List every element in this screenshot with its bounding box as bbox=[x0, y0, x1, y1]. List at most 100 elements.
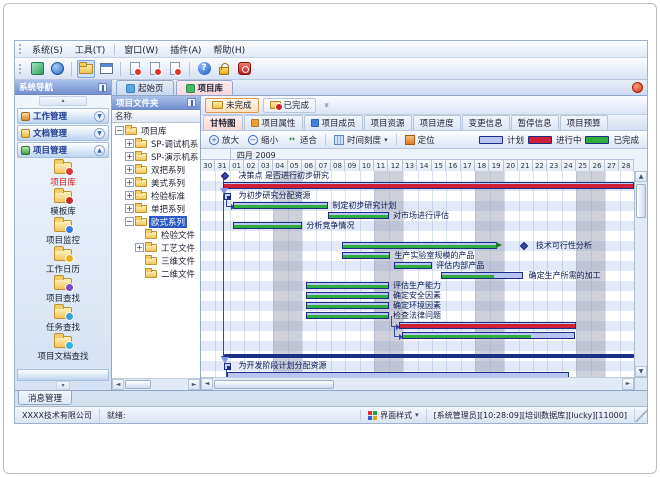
sidebar-scroll-down[interactable]: ▾ bbox=[56, 381, 70, 390]
sidebar-item-项目监控[interactable]: 项目监控 bbox=[15, 220, 111, 249]
tree-item-项目库[interactable]: −项目库 bbox=[112, 124, 200, 137]
sidebar-item-工作日历[interactable]: 工作日历 bbox=[15, 249, 111, 278]
scroll-left-icon[interactable]: ◄ bbox=[112, 379, 124, 390]
task-bar[interactable] bbox=[399, 322, 577, 329]
pin-icon[interactable] bbox=[187, 98, 196, 107]
help-icon[interactable]: ? bbox=[195, 60, 213, 78]
gantt-tab-项目资源[interactable]: 项目资源 bbox=[364, 115, 412, 130]
exit-icon[interactable] bbox=[235, 60, 253, 78]
gantt-tab-项目预算[interactable]: 项目预算 bbox=[560, 115, 608, 130]
scroll-thumb[interactable] bbox=[214, 380, 334, 389]
tab-message-management[interactable]: 消息管理 bbox=[18, 391, 72, 405]
filter-未完成[interactable]: 未完成 bbox=[205, 98, 259, 113]
scroll-left-icon[interactable]: ◄ bbox=[201, 378, 213, 390]
task-bar[interactable] bbox=[223, 182, 634, 189]
ui-style-selector[interactable]: 界面样式 ▾ bbox=[361, 409, 427, 422]
tree-item-SP-演示机系[interactable]: +SP-演示机系 bbox=[112, 150, 200, 163]
collapse-icon[interactable]: − bbox=[115, 126, 124, 135]
report-3-icon[interactable] bbox=[166, 60, 184, 78]
chevron-down-icon[interactable]: ▼ bbox=[94, 128, 105, 139]
report-1-icon[interactable] bbox=[126, 60, 144, 78]
sidebar-item-任务查找[interactable]: 任务查找 bbox=[15, 307, 111, 336]
tree-item-二维文件[interactable]: 二维文件 bbox=[112, 267, 200, 280]
sidebar-group-partial[interactable] bbox=[17, 369, 109, 381]
expand-icon[interactable]: + bbox=[125, 165, 134, 174]
sidebar-item-模板库[interactable]: 模板库 bbox=[15, 191, 111, 220]
scroll-up-icon[interactable]: ▲ bbox=[635, 171, 647, 182]
folders-icon[interactable] bbox=[77, 60, 95, 78]
sidebar-group-工作管理[interactable]: 工作管理▼ bbox=[17, 108, 109, 124]
task-bar[interactable] bbox=[342, 252, 390, 259]
collapse-icon[interactable]: − bbox=[125, 217, 134, 226]
task-bar[interactable] bbox=[306, 292, 388, 299]
gantt-tab-项目进度[interactable]: 项目进度 bbox=[413, 115, 461, 130]
locate-button[interactable]: 定位 bbox=[401, 133, 439, 147]
filter-已完成[interactable]: 已完成 bbox=[263, 98, 317, 113]
milestone-diamond[interactable] bbox=[221, 172, 229, 180]
globe-icon[interactable] bbox=[48, 60, 66, 78]
menu-item-系统[interactable]: 系统(S) bbox=[26, 42, 69, 57]
task-bar[interactable] bbox=[227, 372, 569, 377]
gantt-tab-甘特图[interactable]: 甘特图 bbox=[203, 115, 243, 130]
chevron-more-icon[interactable]: » bbox=[321, 99, 331, 111]
tree-column-header[interactable]: 名称 bbox=[112, 110, 200, 123]
sidebar-item-项目文档查找[interactable]: 项目文档查找 bbox=[15, 336, 111, 365]
sidebar-group-文档管理[interactable]: 文档管理▼ bbox=[17, 125, 109, 141]
expand-icon[interactable]: + bbox=[125, 191, 134, 200]
gantt-chart-area[interactable]: 决策点 是否进行初步研究为初步研究分配资源制定初步研究计划对市场进行评估分析竞争… bbox=[201, 171, 634, 377]
scroll-right-icon[interactable]: ► bbox=[622, 378, 634, 390]
task-bar[interactable] bbox=[342, 242, 496, 249]
tree-item-检验文件[interactable]: 检验文件 bbox=[112, 228, 200, 241]
task-bar[interactable] bbox=[306, 312, 388, 319]
gantt-tab-暂停信息[interactable]: 暂停信息 bbox=[511, 115, 559, 130]
chevron-up-icon[interactable]: ▲ bbox=[94, 145, 105, 156]
task-bar[interactable] bbox=[306, 302, 388, 309]
timescale-button[interactable]: 时间刻度▾ bbox=[330, 133, 392, 147]
expand-icon[interactable]: + bbox=[125, 152, 134, 161]
tree-item-双把系列[interactable]: +双把系列 bbox=[112, 163, 200, 176]
tab-起始页[interactable]: 起始页 bbox=[116, 80, 174, 95]
tree-item-检验标准[interactable]: +检验标准 bbox=[112, 189, 200, 202]
task-bar[interactable] bbox=[328, 212, 389, 219]
gantt-tab-项目成员[interactable]: 项目成员 bbox=[304, 115, 363, 130]
gantt-tab-项目属性[interactable]: 项目属性 bbox=[244, 115, 303, 130]
summary-bar[interactable] bbox=[224, 354, 634, 358]
expand-icon[interactable]: + bbox=[125, 204, 134, 213]
zoom-in-button[interactable]: +放大 bbox=[205, 133, 243, 147]
tree-item-单把系列[interactable]: +单把系列 bbox=[112, 202, 200, 215]
fit-button[interactable]: ↔适合 bbox=[283, 133, 321, 147]
tree-item-美式系列[interactable]: +美式系列 bbox=[112, 176, 200, 189]
menu-item-帮助[interactable]: 帮助(H) bbox=[207, 42, 251, 57]
report-2-icon[interactable] bbox=[146, 60, 164, 78]
tree-item-工艺文件[interactable]: +工艺文件 bbox=[112, 241, 200, 254]
task-marker[interactable] bbox=[224, 363, 231, 370]
sidebar-item-项目查找[interactable]: 项目查找 bbox=[15, 278, 111, 307]
task-bar[interactable] bbox=[233, 202, 328, 209]
chevron-down-icon[interactable]: ▼ bbox=[94, 111, 105, 122]
menu-item-工具[interactable]: 工具(T) bbox=[69, 42, 112, 57]
task-bar[interactable] bbox=[394, 262, 432, 269]
scroll-thumb[interactable] bbox=[125, 380, 151, 389]
tree-item-SP-调试机系[interactable]: +SP-调试机系 bbox=[112, 137, 200, 150]
pin-icon[interactable] bbox=[98, 83, 107, 92]
gantt-vertical-scrollbar[interactable]: ▲ ▼ bbox=[634, 171, 647, 377]
sidebar-scroll-up[interactable]: ▴ bbox=[39, 96, 87, 106]
sidebar-item-项目库[interactable]: 项目库 bbox=[15, 162, 111, 191]
expand-icon[interactable]: + bbox=[125, 178, 134, 187]
tabstrip-close-icon[interactable] bbox=[632, 82, 643, 93]
window-layout-icon[interactable] bbox=[97, 60, 115, 78]
scroll-right-icon[interactable]: ► bbox=[188, 379, 200, 390]
gantt-tab-变更信息[interactable]: 变更信息 bbox=[462, 115, 510, 130]
expand-icon[interactable]: + bbox=[135, 243, 144, 252]
task-bar[interactable] bbox=[306, 282, 388, 289]
menu-item-窗口[interactable]: 窗口(W) bbox=[118, 42, 164, 57]
lock-icon[interactable] bbox=[215, 60, 233, 78]
task-bar[interactable] bbox=[441, 272, 523, 279]
tree-horizontal-scrollbar[interactable]: ◄ ► bbox=[112, 378, 200, 390]
tree-item-欧式系列[interactable]: −欧式系列 bbox=[112, 215, 200, 228]
sync-icon[interactable] bbox=[28, 60, 46, 78]
task-marker[interactable] bbox=[224, 193, 231, 200]
task-bar[interactable] bbox=[233, 222, 302, 229]
resize-grip[interactable] bbox=[635, 409, 647, 422]
task-bar[interactable] bbox=[402, 332, 575, 339]
